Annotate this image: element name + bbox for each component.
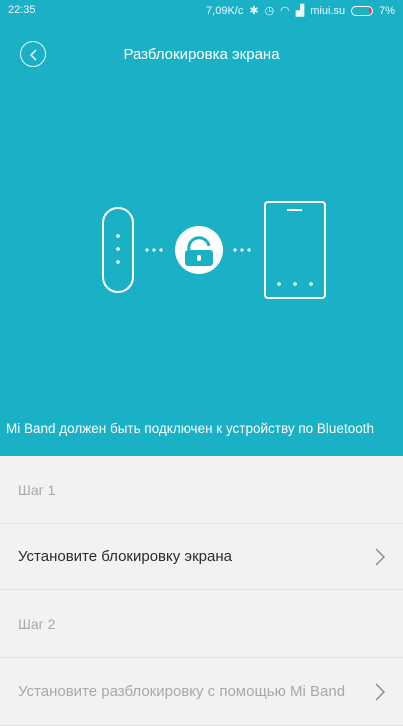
hero-banner: 22:35 7,09K/c ✱ ◷ ◠ ▟ miui.su 7% Разблок…	[0, 0, 403, 456]
chevron-right-icon	[375, 548, 385, 565]
set-screen-lock-label: Установите блокировку экрана	[18, 548, 232, 565]
battery-icon	[351, 5, 374, 16]
unlock-icon	[175, 226, 223, 274]
step-2-label: Шаг 2	[0, 590, 403, 658]
set-screen-lock-row[interactable]: Установите блокировку экрана	[0, 524, 403, 590]
status-right: 7,09K/c ✱ ◷ ◠ ▟ miui.su 7%	[206, 4, 395, 18]
carrier-name: miui.su	[310, 4, 346, 17]
bluetooth-icon: ✱	[249, 5, 259, 17]
signal-icon: ▟	[295, 5, 305, 17]
status-bar: 22:35 7,09K/c ✱ ◷ ◠ ▟ miui.su 7%	[0, 0, 403, 22]
status-time: 22:35	[8, 4, 36, 16]
step-1-label: Шаг 1	[0, 456, 403, 524]
set-miband-unlock-row[interactable]: Установите разблокировку с помощью Mi Ba…	[0, 658, 403, 726]
network-speed: 7,09K/c	[206, 4, 244, 17]
bluetooth-requirement-caption: Mi Band должен быть подключен к устройст…	[6, 421, 374, 436]
page-title: Разблокировка экрана	[123, 46, 280, 63]
wifi-icon: ◠	[280, 5, 290, 17]
alarm-icon: ◷	[264, 5, 275, 17]
battery-percent: 7%	[379, 4, 395, 17]
set-miband-unlock-label: Установите разблокировку с помощью Mi Ba…	[18, 683, 346, 700]
chevron-right-icon	[375, 683, 385, 700]
steps-list: Шаг 1 Установите блокировку экрана Шаг 2…	[0, 456, 403, 726]
band-phone-unlock-illustration	[102, 201, 326, 299]
